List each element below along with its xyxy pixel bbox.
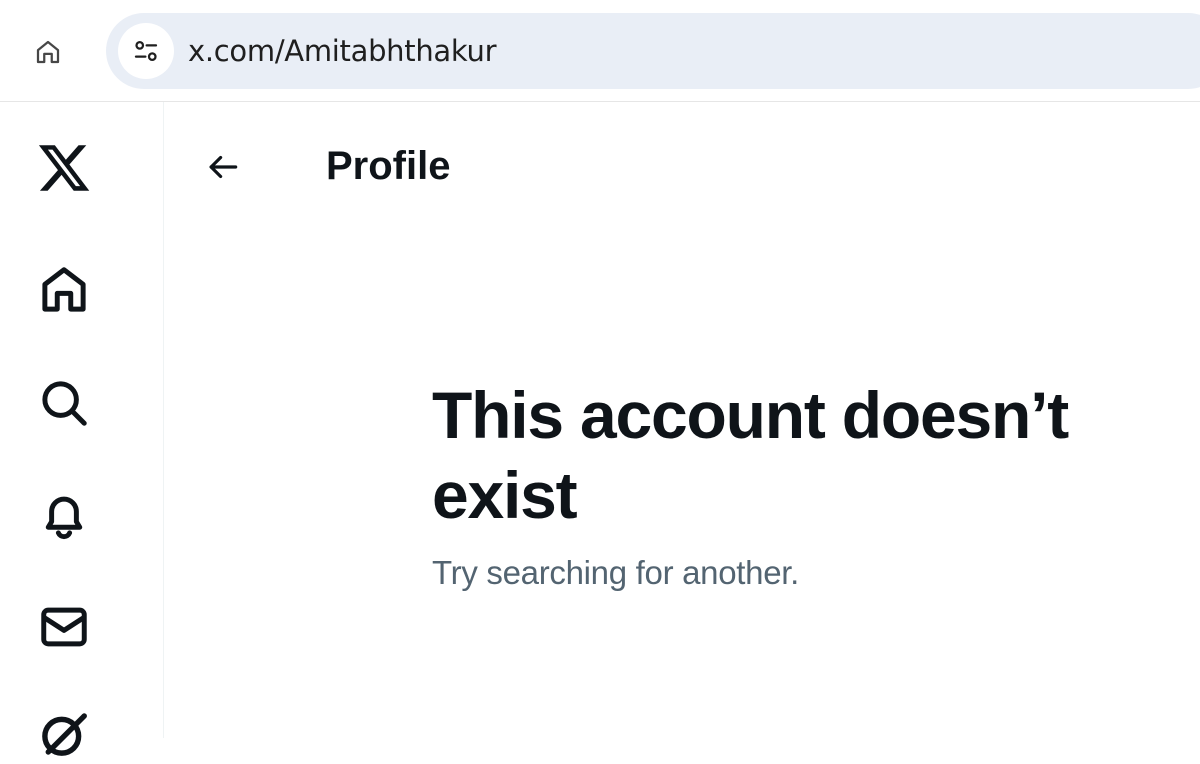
browser-toolbar: x.com/Amitabhthakur <box>0 0 1200 102</box>
sidebar-item-x-logo[interactable] <box>34 138 94 198</box>
address-bar[interactable]: x.com/Amitabhthakur <box>106 13 1200 89</box>
empty-state: This account doesn’t exist Try searching… <box>432 378 1192 593</box>
tune-icon <box>134 41 158 61</box>
browser-home-button[interactable] <box>28 32 68 72</box>
sidebar-item-grok[interactable] <box>34 704 94 764</box>
home-outline-icon <box>36 40 60 64</box>
main-column: Profile This account doesn’t exist Try s… <box>164 102 1200 738</box>
empty-state-subtext: Try searching for another. <box>432 554 799 591</box>
bell-icon <box>45 496 83 540</box>
sidebar-item-home[interactable] <box>34 260 94 320</box>
back-button[interactable] <box>194 138 252 196</box>
sidebar-nav <box>0 102 164 756</box>
empty-state-heading: This account doesn’t exist <box>432 378 1069 532</box>
x-logo-icon <box>38 145 90 191</box>
envelope-icon <box>41 607 87 647</box>
url-text[interactable]: x.com/Amitabhthakur <box>188 31 497 71</box>
arrow-left-icon <box>209 155 238 179</box>
home-icon <box>42 267 86 312</box>
sidebar-item-explore[interactable] <box>34 373 94 433</box>
search-icon <box>42 381 87 426</box>
site-info-button[interactable] <box>118 23 174 79</box>
sidebar-item-notifications[interactable] <box>34 486 94 546</box>
grok-icon <box>42 713 87 756</box>
page-title: Profile <box>326 144 451 188</box>
sidebar-item-messages[interactable] <box>34 597 94 657</box>
